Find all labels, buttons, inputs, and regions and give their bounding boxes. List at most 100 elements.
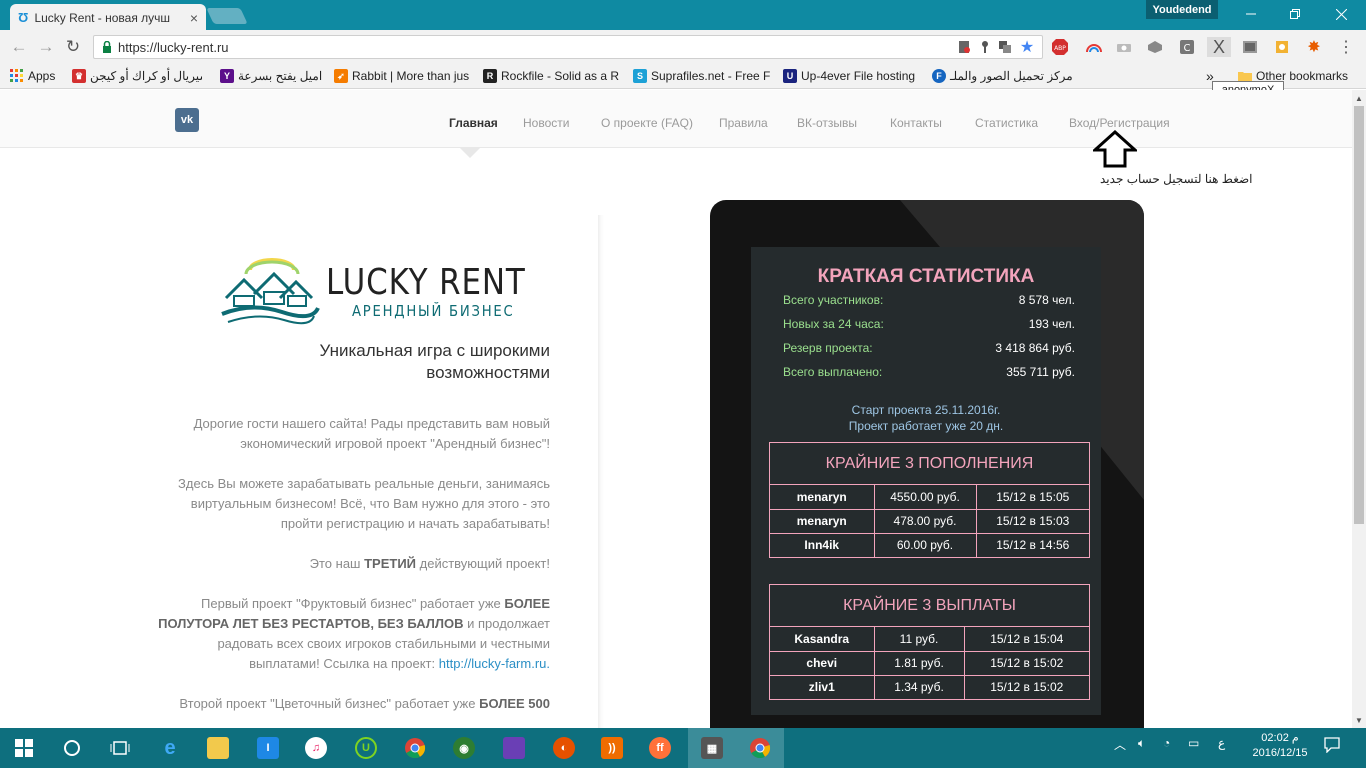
forward-arrow-icon: → (37, 37, 55, 56)
table-row: menaryn 4550.00 руб. 15/12 в 15:05 (770, 485, 1089, 510)
chrome-menu-icon[interactable]: ⋮ (1336, 37, 1356, 57)
nav-rules[interactable]: Правила (719, 116, 768, 130)
close-window-button[interactable] (1318, 0, 1364, 28)
brand-title: LUCKY RENT (326, 262, 526, 303)
blocked-popup-icon[interactable] (954, 37, 974, 57)
nav-contacts[interactable]: Контакты (890, 116, 942, 130)
scroll-up-arrow-icon[interactable]: ▲ (1352, 91, 1366, 105)
lock-icon (103, 41, 111, 53)
taskbar-chrome[interactable] (391, 728, 439, 768)
letter-i-app-icon: I (257, 737, 279, 759)
search-button[interactable] (48, 728, 96, 768)
input-language[interactable]: ع (1218, 736, 1225, 750)
active-nav-pointer (460, 148, 480, 158)
taskbar-utorrent[interactable]: U (342, 728, 390, 768)
clock-time: 02:02 م (1261, 732, 1299, 744)
bookmark-apps[interactable]: Apps (10, 67, 65, 85)
suprafiles-icon: S (633, 69, 647, 83)
bookmark-photo-upload[interactable]: F مركز تحميل الصور والملـ (932, 67, 1077, 85)
gear-extension-icon[interactable]: ✸ (1304, 37, 1324, 57)
back-arrow-icon: ← (10, 37, 28, 56)
bookmark-fast-email[interactable]: Y اميل يفتح بسرعة (220, 67, 325, 85)
taskbar-video-editor[interactable]: ▦ (688, 728, 736, 768)
bookmark-serial-crack[interactable]: ♛ سيريال أو كراك أو كيجن (72, 67, 202, 85)
bookmark-rabbit[interactable]: ➶ Rabbit | More than jus (334, 67, 472, 85)
stat-row-paid: Всего выплачено: 355 711 руб. (783, 365, 1075, 379)
task-view-button[interactable] (96, 728, 144, 768)
taskbar-wifi-app[interactable]: )) (588, 728, 636, 768)
address-bar[interactable]: https://lucky-rent.ru (93, 35, 1043, 59)
taskbar-app-i[interactable]: I (244, 728, 292, 768)
nav-login-register[interactable]: Вход/Регистрация (1069, 116, 1170, 130)
deposits-table: КРАЙНИЕ 3 ПОПОЛНЕНИЯ menaryn 4550.00 руб… (769, 442, 1090, 558)
deposits-title: КРАЙНИЕ 3 ПОПОЛНЕНИЯ (770, 443, 1089, 485)
c-extension-icon[interactable]: C (1177, 37, 1197, 57)
bookmark-rockfile[interactable]: R Rockfile - Solid as a R (483, 67, 621, 85)
taskbar-itunes[interactable]: ♫ (292, 728, 340, 768)
forward-button[interactable]: → (35, 36, 57, 58)
nav-news[interactable]: Новости (523, 116, 569, 130)
taskbar-edge[interactable]: e (146, 728, 194, 768)
taskbar-orange-app[interactable]: ◐ (540, 728, 588, 768)
rockfile-icon: R (483, 69, 497, 83)
reload-icon: ↻ (65, 37, 81, 56)
up-arrow-annotation-icon (1093, 130, 1137, 168)
system-clock[interactable]: 02:02 م 2016/12/15 (1240, 731, 1320, 761)
stat-row-new-24h: Новых за 24 часа: 193 чел. (783, 317, 1075, 331)
back-button[interactable]: ← (8, 36, 30, 58)
nav-home[interactable]: Главная (449, 116, 498, 130)
adblock-icon[interactable]: ABP (1050, 37, 1070, 57)
tagline: Уникальная игра с широкими возможностями (319, 341, 550, 382)
taskbar-firefox[interactable]: ff (636, 728, 684, 768)
page-scrollbar-thumb[interactable] (1354, 106, 1364, 524)
minimize-button[interactable] (1228, 0, 1274, 28)
key-icon[interactable] (975, 37, 995, 57)
clock-date: 2016/12/15 (1252, 747, 1308, 759)
wifi-app-icon: )) (601, 737, 623, 759)
nav-statistics[interactable]: Статистика (975, 116, 1038, 130)
volume-icon[interactable]: 🔈︎ (1138, 736, 1145, 751)
lucky-farm-link[interactable]: http://lucky-farm.ru. (439, 656, 550, 671)
url-text: https://lucky-rent.ru (118, 39, 229, 55)
network-icon[interactable]: ◔ (1163, 736, 1170, 750)
taskbar-explorer[interactable] (194, 728, 242, 768)
table-row: chevi 1.81 руб. 15/12 в 15:02 (770, 650, 1089, 676)
new-tab-button[interactable] (206, 8, 248, 24)
anonymox-x-icon[interactable]: X (1207, 37, 1231, 57)
taskbar-globe-app[interactable]: ◉ (440, 728, 488, 768)
register-annotation-text: اضغط هنا لتسجيل حساب جديد (1100, 172, 1253, 186)
bookmark-suprafiles[interactable]: S Suprafiles.net - Free F (633, 67, 770, 85)
translate-icon[interactable] (995, 37, 1015, 57)
clapperboard-icon: ▦ (701, 737, 723, 759)
shield-extension-icon[interactable] (1145, 37, 1165, 57)
vk-link-icon[interactable]: vk (175, 108, 199, 132)
scroll-down-arrow-icon[interactable]: ▼ (1352, 713, 1366, 727)
camera-icon[interactable] (1114, 37, 1134, 57)
notifications-button[interactable] (1324, 737, 1340, 753)
start-button[interactable] (0, 728, 48, 768)
project-running: Проект работает уже 20 дн. (848, 419, 1004, 433)
reload-button[interactable]: ↻ (62, 36, 84, 58)
tab-close-icon[interactable]: × (190, 11, 198, 25)
rainbow-extension-icon[interactable] (1084, 37, 1104, 57)
table-row: Kasandra 11 руб. 15/12 в 15:04 (770, 627, 1089, 652)
close-icon (1335, 8, 1347, 20)
nav-vk-reviews[interactable]: ВК-отзывы (797, 116, 857, 130)
browser-tab[interactable]: Ʊ Lucky Rent - новая лучш × (10, 4, 206, 31)
windows-logo-icon (15, 739, 33, 757)
minimize-icon (1246, 13, 1256, 15)
film-extension-icon[interactable] (1240, 37, 1260, 57)
tray-overflow-chevron-icon[interactable]: ︿ (1114, 736, 1126, 753)
column-divider (598, 215, 604, 728)
bookmark-star-icon[interactable]: ★ (1017, 37, 1037, 57)
purple-app-icon (503, 737, 525, 759)
restore-button[interactable] (1272, 0, 1318, 28)
nav-faq[interactable]: О проекте (FAQ) (601, 116, 693, 130)
edge-icon: e (164, 736, 176, 759)
puzzle-extension-icon[interactable] (1272, 37, 1292, 57)
profile-button[interactable]: Youdedend (1146, 0, 1218, 19)
bookmark-up4ever[interactable]: U Up-4ever File hosting (783, 67, 923, 85)
taskbar-purple-app[interactable] (490, 728, 538, 768)
battery-icon[interactable]: ▭ (1188, 736, 1199, 750)
taskbar-chrome-active[interactable] (736, 728, 784, 768)
